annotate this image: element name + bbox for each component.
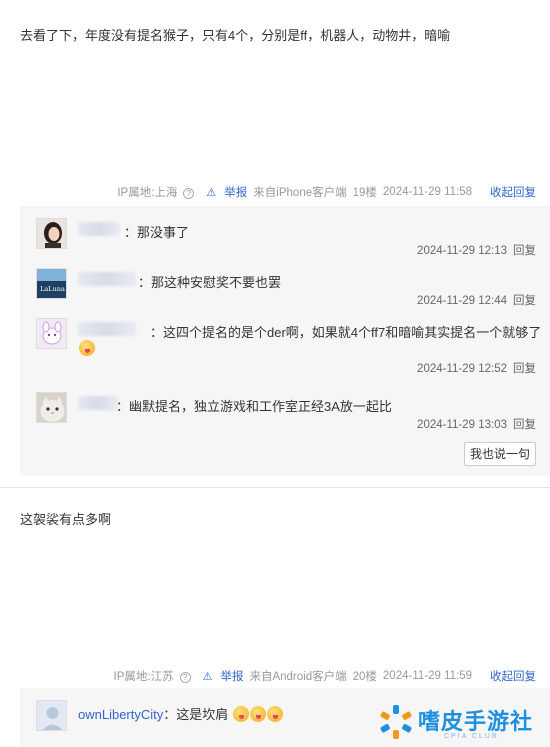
post-content: 这袈裟有点多啊 bbox=[20, 512, 112, 527]
reply-meta: 2024-11-29 12:52 回复 bbox=[417, 363, 536, 375]
username-blurred[interactable] bbox=[78, 396, 118, 410]
post-time: 2024-11-29 11:59 bbox=[382, 670, 472, 682]
reply-item: ：这四个提名的是个der啊，如果就4个ff7和暗喻其实提名一个就够了 2024-… bbox=[36, 318, 541, 378]
post-content: 去看了下，年度没有提名猴子，只有4个，分别是ff，机器人，动物井，暗喻 bbox=[20, 28, 451, 43]
avatar[interactable] bbox=[36, 700, 67, 731]
avatar[interactable] bbox=[36, 392, 67, 423]
reply-button[interactable]: 回复 bbox=[513, 363, 536, 375]
post-meta: IP属地:上海? ⚠ 举报 来自iPhone客户端 19楼 2024-11-29 … bbox=[105, 182, 536, 202]
username-blurred[interactable] bbox=[78, 222, 120, 236]
brand-title: 嗜皮手游社 bbox=[418, 709, 534, 734]
emoji-icon bbox=[266, 706, 283, 722]
brand-watermark: 嗜皮手游社 CPIA CLUB bbox=[378, 700, 538, 744]
collapse-replies-link[interactable]: 收起回复 bbox=[490, 184, 536, 200]
ip-location: IP属地:江苏? bbox=[108, 668, 191, 684]
reply-username[interactable]: ownLibertyCity bbox=[78, 707, 163, 722]
reply-button[interactable]: 回复 bbox=[513, 419, 536, 431]
avatar[interactable] bbox=[36, 218, 67, 249]
emoji-icon bbox=[249, 706, 266, 722]
emoji-icon bbox=[232, 706, 249, 722]
avatar[interactable] bbox=[36, 318, 67, 349]
say-something-button[interactable]: 我也说一句 bbox=[464, 442, 536, 466]
brand-subtitle: CPIA CLUB bbox=[444, 733, 499, 740]
username-blurred[interactable] bbox=[78, 322, 136, 336]
reply-item: ：那没事了 2024-11-29 12:13 回复 bbox=[36, 218, 536, 263]
reply-text: ：那没事了 bbox=[124, 225, 190, 240]
reply-content: ownLibertyCity：这是坎肩 bbox=[78, 704, 283, 723]
report-link[interactable]: ⚠ 举报 bbox=[200, 184, 247, 200]
client-source: 来自iPhone客户端 bbox=[253, 187, 347, 199]
reply-meta: 2024-11-29 12:13 回复 bbox=[417, 245, 536, 257]
warning-icon: ⚠ bbox=[206, 186, 217, 199]
floor-number: 19楼 bbox=[352, 187, 377, 199]
reply-button[interactable]: 回复 bbox=[513, 295, 536, 307]
client-source: 来自Android客户端 bbox=[249, 671, 347, 683]
help-icon[interactable]: ? bbox=[183, 188, 195, 199]
reply-meta: 2024-11-29 13:03 回复 bbox=[417, 419, 536, 431]
reply-meta: 2024-11-29 12:44 回复 bbox=[417, 295, 536, 307]
brand-logo-icon bbox=[380, 705, 412, 739]
avatar-label: LaLuna bbox=[40, 285, 65, 293]
floor-number: 20楼 bbox=[352, 671, 377, 683]
emoji-icon bbox=[78, 340, 95, 356]
post-19: 去看了下，年度没有提名猴子，只有4个，分别是ff，机器人，动物井，暗喻 IP属地… bbox=[0, 0, 550, 487]
username-blurred[interactable] bbox=[78, 272, 136, 286]
avatar[interactable]: LaLuna bbox=[36, 268, 67, 299]
ip-location: IP属地:上海? bbox=[111, 184, 195, 200]
reply-text: ：这四个提名的是个der啊，如果就4个ff7和暗喻其实提名一个就够了 bbox=[150, 325, 542, 340]
post-meta: IP属地:江苏? ⚠ 举报 来自Android客户端 20楼 2024-11-29… bbox=[102, 666, 536, 686]
reply-item: ：幽默提名，独立游戏和工作室正经3A放一起比 2024-11-29 13:03 回… bbox=[36, 392, 536, 437]
reply-item: LaLuna ：那这种安慰奖不要也罢 2024-11-29 12:44 回复 bbox=[36, 268, 536, 313]
reply-button[interactable]: 回复 bbox=[513, 245, 536, 257]
warning-icon: ⚠ bbox=[202, 670, 213, 683]
reply-text: ：那这种安慰奖不要也罢 bbox=[138, 275, 282, 290]
collapse-replies-link[interactable]: 收起回复 bbox=[490, 668, 536, 684]
reply-list: ：那没事了 2024-11-29 12:13 回复 LaLuna ：那这种安慰奖不… bbox=[20, 206, 550, 476]
reply-text: ：幽默提名，独立游戏和工作室正经3A放一起比 bbox=[116, 399, 392, 414]
report-link[interactable]: ⚠ 举报 bbox=[197, 668, 244, 684]
post-time: 2024-11-29 11:58 bbox=[382, 186, 472, 198]
help-icon[interactable]: ? bbox=[179, 672, 191, 683]
